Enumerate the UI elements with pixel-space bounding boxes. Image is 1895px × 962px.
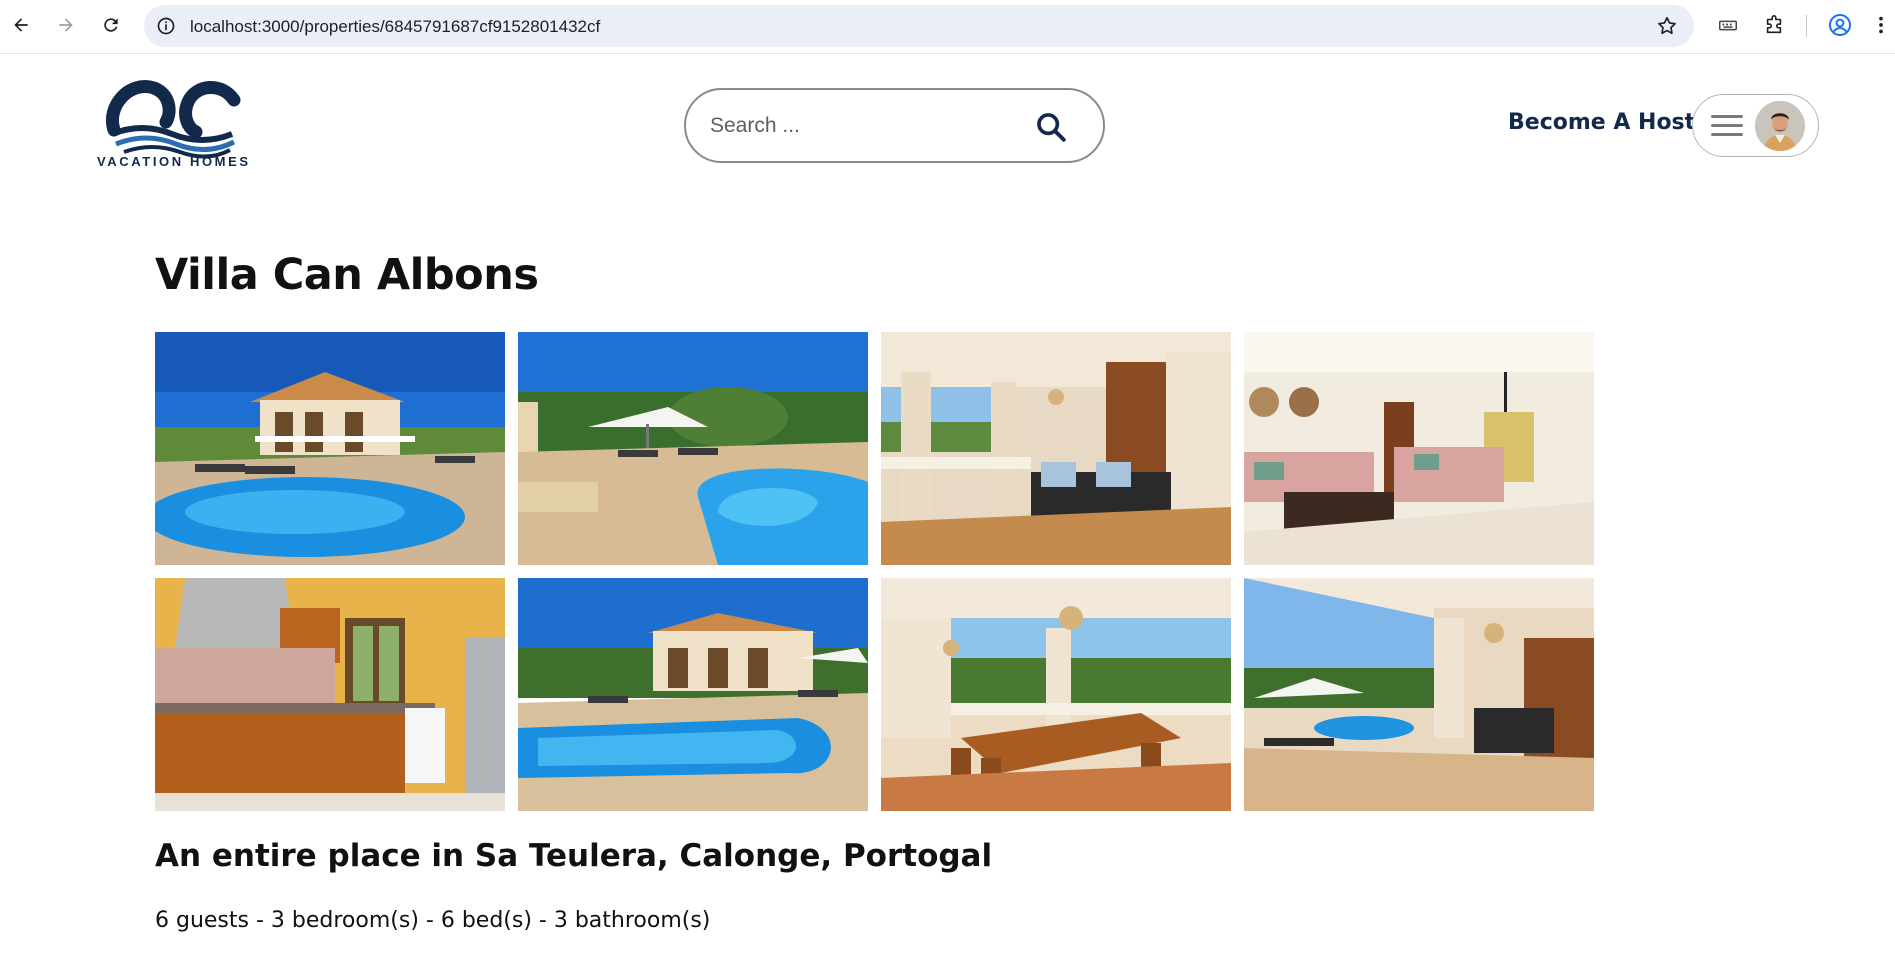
property-photo-6[interactable] xyxy=(518,578,868,811)
toolbar-divider xyxy=(1806,15,1807,37)
site-info-icon[interactable] xyxy=(156,16,176,36)
search-input[interactable] xyxy=(710,108,1010,144)
reload-icon[interactable] xyxy=(96,10,126,40)
property-photo-8[interactable] xyxy=(1244,578,1594,811)
profile-icon[interactable] xyxy=(1828,13,1852,37)
logo-text: VACATION HOMES xyxy=(97,154,251,169)
menu-dots-icon[interactable] xyxy=(1872,13,1890,37)
back-icon[interactable] xyxy=(6,10,36,40)
search-bar[interactable] xyxy=(684,88,1105,163)
property-location-heading: An entire place in Sa Teulera, Calonge, … xyxy=(155,838,993,874)
forward-icon[interactable] xyxy=(51,10,81,40)
property-photo-7[interactable] xyxy=(881,578,1231,811)
photo-gallery xyxy=(155,332,1595,811)
extension-dev-icon[interactable] xyxy=(1716,13,1740,37)
property-photo-4[interactable] xyxy=(1244,332,1594,565)
user-menu-button[interactable] xyxy=(1692,94,1819,157)
hamburger-menu-icon xyxy=(1711,115,1743,137)
property-details: 6 guests - 3 bedroom(s) - 6 bed(s) - 3 b… xyxy=(155,908,711,933)
search-icon[interactable] xyxy=(1034,110,1068,144)
property-photo-1[interactable] xyxy=(155,332,505,565)
property-photo-5[interactable] xyxy=(155,578,505,811)
bookmark-star-icon[interactable] xyxy=(1656,15,1678,37)
address-bar[interactable]: localhost:3000/properties/6845791687cf91… xyxy=(144,5,1694,47)
url-text[interactable]: localhost:3000/properties/6845791687cf91… xyxy=(190,17,600,37)
become-host-link[interactable]: Become A Host xyxy=(1508,110,1695,135)
avatar xyxy=(1755,101,1805,151)
extensions-puzzle-icon[interactable] xyxy=(1762,13,1786,37)
property-photo-2[interactable] xyxy=(518,332,868,565)
browser-toolbar: localhost:3000/properties/6845791687cf91… xyxy=(0,0,1895,54)
property-title: Villa Can Albons xyxy=(155,250,539,300)
property-photo-3[interactable] xyxy=(881,332,1231,565)
